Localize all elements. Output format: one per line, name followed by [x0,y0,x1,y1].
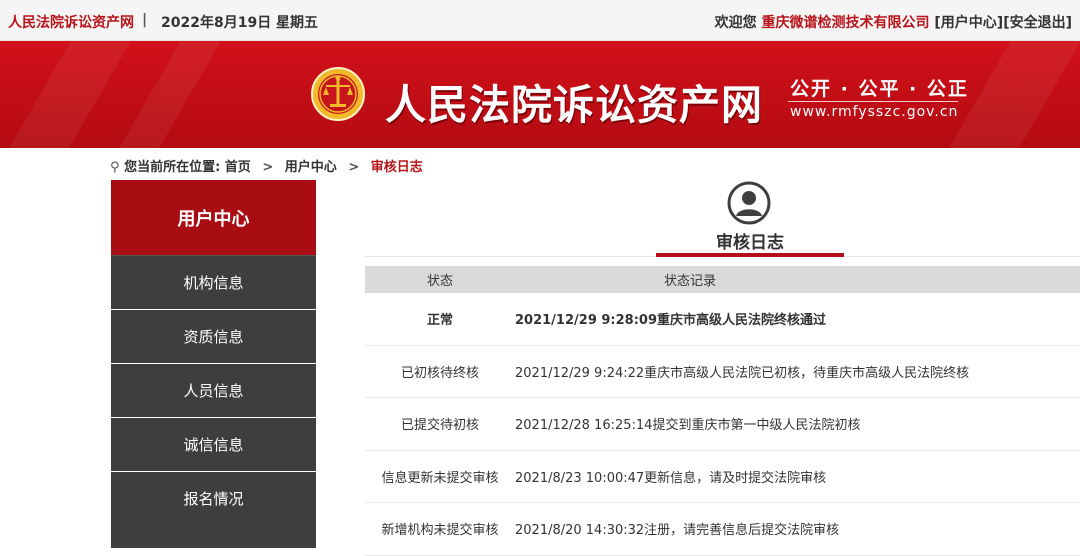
row-record: 2021/12/28 16:25:14提交到重庆市第一中级人民法院初核 [515,418,861,434]
user-center-link[interactable]: [用户中心] [934,15,1003,31]
site-banner: 人民法院诉讼资产网 公开 · 公平 · 公正 www.rmfysszc.gov.… [0,41,1080,148]
row-record: 2021/12/29 9:24:22重庆市高级人民法院已初核，待重庆市高级人民法… [515,365,970,381]
row-status: 已提交待初核 [400,418,479,434]
banner-title: 人民法院诉讼资产网 [385,81,763,129]
row-status: 新增机构未提交审核 [381,523,499,539]
court-emblem-icon [311,67,365,121]
audit-log-table: 状态 状态记录 正常 2021/12/29 9:28:09重庆市高级人民法院终核… [365,266,1080,556]
breadcrumb-arrow: > [348,160,360,175]
breadcrumb-prefix: 您当前所在位置: [124,160,221,175]
breadcrumb-home[interactable]: 首页 [225,160,251,175]
welcome-text: 欢迎您 [714,15,757,31]
header-record: 状态记录 [663,274,716,289]
breadcrumb-arrow: > [262,160,274,175]
breadcrumb-current: 审核日志 [370,160,423,175]
sidebar-item-personnel[interactable]: 人员信息 [111,363,316,417]
logout-link[interactable]: [安全退出] [1003,15,1072,31]
banner-url: www.rmfysszc.gov.cn [790,104,959,120]
row-status: 信息更新未提交审核 [381,470,499,486]
current-date: 2022年8月19日 星期五 [161,15,319,31]
location-pin-icon: ⚲ [110,160,120,175]
row-status: 正常 [426,313,453,329]
breadcrumb-user-center[interactable]: 用户中心 [285,160,337,175]
sidebar-item-credit[interactable]: 诚信信息 [111,417,316,471]
page-title: 审核日志 [716,233,784,253]
table-row: 信息更新未提交审核 2021/8/23 10:00:47更新信息，请及时提交法院… [365,451,1080,503]
title-underline [656,253,844,257]
row-record: 2021/8/23 10:00:47更新信息，请及时提交法院审核 [515,470,827,486]
company-name[interactable]: 重庆微谱检测技术有限公司 [762,15,930,31]
row-status: 已初核待终核 [400,365,479,381]
user-status: 欢迎您 重庆微谱检测技术有限公司 [用户中心][安全退出] [715,12,1072,32]
table-row: 已初核待终核 2021/12/29 9:24:22重庆市高级人民法院已初核，待重… [365,346,1080,398]
banner-motto: 公开 · 公平 · 公正 [790,78,969,100]
top-bar: 人民法院诉讼资产网 | 2022年8月19日 星期五 欢迎您 重庆微谱检测技术有… [0,0,1080,41]
table-header: 状态 状态记录 [365,266,1080,293]
sidebar-item-qualification[interactable]: 资质信息 [111,309,316,363]
sidebar-item-registration[interactable]: 报名情况 [111,471,316,525]
user-avatar-icon [727,181,771,225]
row-record: 2021/12/29 9:28:09重庆市高级人民法院终核通过 [515,313,827,329]
row-record: 2021/8/20 14:30:32注册，请完善信息后提交法院审核 [515,523,840,539]
separator: | [142,12,148,28]
motto-divider [788,101,958,102]
site-name[interactable]: 人民法院诉讼资产网 [8,12,134,32]
sidebar: 用户中心 机构信息 资质信息 人员信息 诚信信息 报名情况 [111,180,316,548]
table-row: 已提交待初核 2021/12/28 16:25:14提交到重庆市第一中级人民法院… [365,398,1080,451]
sidebar-header: 用户中心 [111,180,316,255]
sidebar-item-org-info[interactable]: 机构信息 [111,255,316,309]
header-status: 状态 [426,274,453,289]
table-row: 正常 2021/12/29 9:28:09重庆市高级人民法院终核通过 [365,293,1080,346]
breadcrumb: ⚲ 您当前所在位置: 首页 > 用户中心 > 审核日志 [110,156,423,175]
